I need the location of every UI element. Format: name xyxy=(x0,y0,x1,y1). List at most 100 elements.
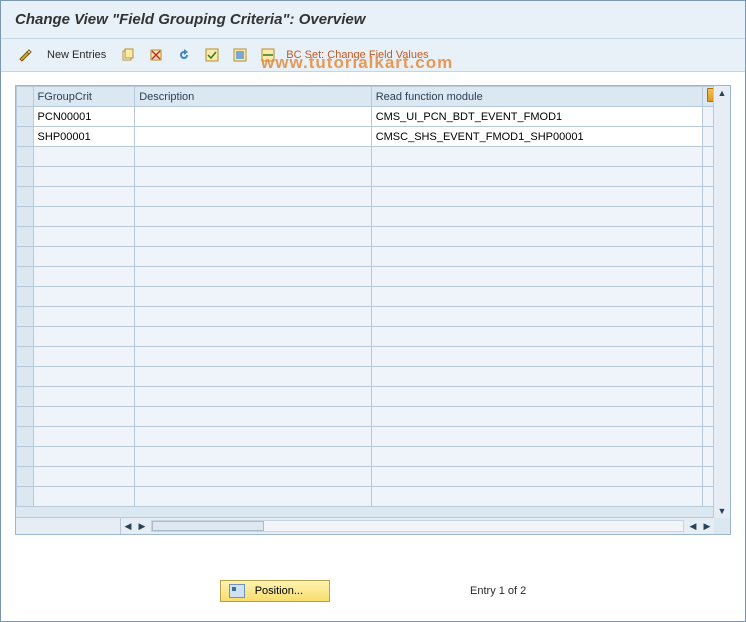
cell-fgroupcrit[interactable] xyxy=(33,347,135,367)
deselect-all-icon[interactable] xyxy=(258,45,278,65)
delete-icon[interactable] xyxy=(146,45,166,65)
cell-readfn[interactable] xyxy=(371,307,702,327)
cell-fgroupcrit[interactable] xyxy=(33,427,135,447)
cell-description[interactable] xyxy=(135,187,371,207)
cell-readfn[interactable] xyxy=(371,467,702,487)
cell-fgroupcrit[interactable] xyxy=(33,167,135,187)
row-selector[interactable] xyxy=(17,427,34,447)
vertical-scrollbar[interactable]: ▲ ▼ xyxy=(713,86,730,518)
row-selector[interactable] xyxy=(17,387,34,407)
cell-readfn[interactable] xyxy=(371,267,702,287)
cell-description[interactable] xyxy=(135,147,371,167)
cell-readfn[interactable] xyxy=(371,347,702,367)
select-block-icon[interactable] xyxy=(230,45,250,65)
cell-fgroupcrit[interactable] xyxy=(33,447,135,467)
cell-readfn[interactable]: CMSC_SHS_EVENT_FMOD1_SHP00001 xyxy=(371,127,702,147)
col-fgroupcrit[interactable]: FGroupCrit xyxy=(33,87,135,107)
row-selector[interactable] xyxy=(17,447,34,467)
row-selector[interactable] xyxy=(17,307,34,327)
hscroll-track[interactable] xyxy=(151,520,684,532)
hscroll-thumb[interactable] xyxy=(152,521,264,531)
row-selector[interactable] xyxy=(17,107,34,127)
row-selector[interactable] xyxy=(17,267,34,287)
cell-readfn[interactable]: CMS_UI_PCN_BDT_EVENT_FMOD1 xyxy=(371,107,702,127)
cell-readfn[interactable] xyxy=(371,147,702,167)
cell-description[interactable] xyxy=(135,447,371,467)
cell-readfn[interactable] xyxy=(371,167,702,187)
cell-readfn[interactable] xyxy=(371,427,702,447)
cell-fgroupcrit[interactable] xyxy=(33,467,135,487)
row-selector[interactable] xyxy=(17,487,34,507)
copy-as-icon[interactable] xyxy=(118,45,138,65)
cell-fgroupcrit[interactable] xyxy=(33,407,135,427)
row-selector[interactable] xyxy=(17,347,34,367)
row-selector-header[interactable] xyxy=(17,87,34,107)
cell-description[interactable] xyxy=(135,467,371,487)
cell-description[interactable] xyxy=(135,247,371,267)
bc-set-button[interactable]: BC Set: Change Field Values xyxy=(286,49,428,61)
cell-description[interactable] xyxy=(135,267,371,287)
cell-fgroupcrit[interactable] xyxy=(33,267,135,287)
select-all-icon[interactable] xyxy=(202,45,222,65)
horizontal-scrollbar[interactable]: ◀ ▶ ◀ ▶ xyxy=(16,517,714,534)
cell-fgroupcrit[interactable] xyxy=(33,287,135,307)
cell-readfn[interactable] xyxy=(371,207,702,227)
undo-icon[interactable] xyxy=(174,45,194,65)
cell-readfn[interactable] xyxy=(371,407,702,427)
cell-readfn[interactable] xyxy=(371,327,702,347)
scroll-left2-icon[interactable]: ◀ xyxy=(686,519,700,533)
cell-fgroupcrit[interactable] xyxy=(33,227,135,247)
cell-description[interactable] xyxy=(135,387,371,407)
cell-description[interactable] xyxy=(135,167,371,187)
new-entries-button[interactable]: New Entries xyxy=(43,47,110,63)
position-button[interactable]: Position... xyxy=(220,580,330,602)
vscroll-track[interactable] xyxy=(715,100,729,504)
cell-description[interactable] xyxy=(135,347,371,367)
cell-description[interactable] xyxy=(135,327,371,347)
row-selector[interactable] xyxy=(17,147,34,167)
cell-readfn[interactable] xyxy=(371,367,702,387)
cell-fgroupcrit[interactable] xyxy=(33,387,135,407)
cell-readfn[interactable] xyxy=(371,447,702,467)
row-selector[interactable] xyxy=(17,247,34,267)
cell-description[interactable] xyxy=(135,407,371,427)
row-selector[interactable] xyxy=(17,367,34,387)
cell-fgroupcrit[interactable] xyxy=(33,367,135,387)
cell-description[interactable] xyxy=(135,207,371,227)
row-selector[interactable] xyxy=(17,207,34,227)
cell-description[interactable] xyxy=(135,227,371,247)
row-selector[interactable] xyxy=(17,407,34,427)
cell-fgroupcrit[interactable]: SHP00001 xyxy=(33,127,135,147)
scroll-left-icon[interactable]: ◀ xyxy=(121,519,135,533)
cell-fgroupcrit[interactable]: PCN00001 xyxy=(33,107,135,127)
row-selector[interactable] xyxy=(17,327,34,347)
cell-fgroupcrit[interactable] xyxy=(33,147,135,167)
row-selector[interactable] xyxy=(17,227,34,247)
row-selector[interactable] xyxy=(17,287,34,307)
cell-readfn[interactable] xyxy=(371,187,702,207)
scroll-right2-icon[interactable]: ▶ xyxy=(700,519,714,533)
col-description[interactable]: Description xyxy=(135,87,371,107)
cell-description[interactable] xyxy=(135,287,371,307)
cell-fgroupcrit[interactable] xyxy=(33,187,135,207)
cell-fgroupcrit[interactable] xyxy=(33,307,135,327)
scroll-up-icon[interactable]: ▲ xyxy=(715,86,729,100)
cell-description[interactable] xyxy=(135,107,371,127)
toggle-display-change-icon[interactable] xyxy=(15,45,35,65)
cell-description[interactable] xyxy=(135,127,371,147)
row-selector[interactable] xyxy=(17,187,34,207)
cell-readfn[interactable] xyxy=(371,227,702,247)
col-readfn[interactable]: Read function module xyxy=(371,87,702,107)
row-selector[interactable] xyxy=(17,167,34,187)
cell-description[interactable] xyxy=(135,367,371,387)
cell-fgroupcrit[interactable] xyxy=(33,247,135,267)
scroll-down-icon[interactable]: ▼ xyxy=(715,504,729,518)
cell-readfn[interactable] xyxy=(371,487,702,507)
cell-description[interactable] xyxy=(135,307,371,327)
cell-fgroupcrit[interactable] xyxy=(33,207,135,227)
cell-readfn[interactable] xyxy=(371,247,702,267)
cell-description[interactable] xyxy=(135,427,371,447)
row-selector[interactable] xyxy=(17,127,34,147)
cell-description[interactable] xyxy=(135,487,371,507)
cell-fgroupcrit[interactable] xyxy=(33,327,135,347)
